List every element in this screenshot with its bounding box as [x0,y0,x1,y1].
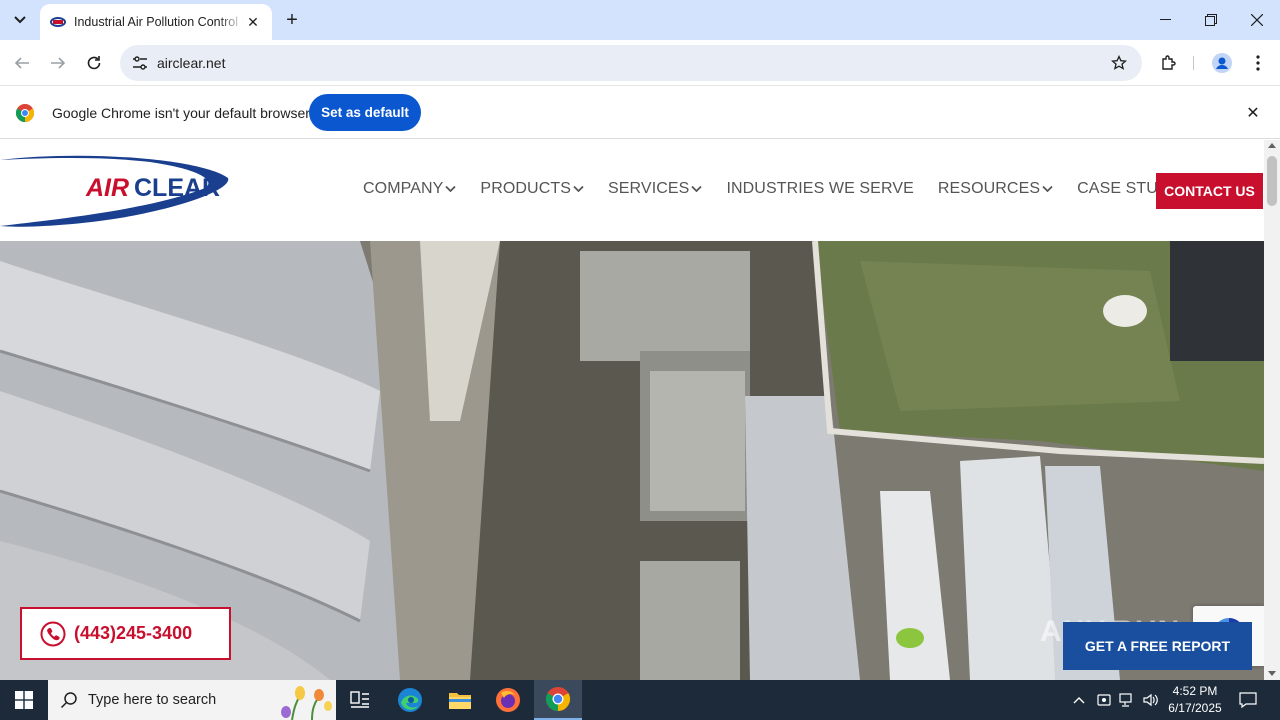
new-tab-button[interactable]: + [280,8,304,32]
phone-number: (443)245-3400 [74,623,193,643]
extensions-puzzle-icon[interactable] [1157,51,1181,75]
firefox-icon[interactable] [484,680,532,720]
file-explorer-icon[interactable] [436,680,484,720]
set-as-default-button[interactable]: Set as default [309,94,421,131]
task-view-icon[interactable] [336,680,384,720]
chrome-taskbar-icon[interactable] [534,680,582,720]
profile-avatar-icon[interactable] [1210,51,1234,75]
scroll-thumb[interactable] [1267,156,1277,206]
nav-services[interactable]: SERVICES [608,180,703,198]
nav-company-label: COMPANY [363,180,444,197]
tab-title: Industrial Air Pollution Control Systems [74,15,244,29]
nav-industries-label: INDUSTRIES WE SERVE [726,180,914,197]
volume-icon[interactable] [1140,680,1162,720]
clock-time: 4:52 PM [1172,684,1218,698]
chevron-down-icon [1042,185,1053,193]
nav-products[interactable]: PRODUCTS [480,180,584,198]
site-header: AIR CLEAR COMPANY PRODUCTS SERVICES INDU… [0,140,1264,241]
default-browser-infobar: Google Chrome isn't your default browser… [0,87,1280,139]
taskbar-search-box[interactable]: Type here to search [48,680,336,720]
toolbar-divider [1193,56,1194,70]
nav-resources[interactable]: RESOURCES [938,180,1053,198]
scroll-up-arrow-icon[interactable] [1268,143,1276,148]
airclear-logo[interactable]: AIR CLEAR [0,148,232,228]
close-window-icon[interactable] [1234,0,1280,40]
infobar-message: Google Chrome isn't your default browser [52,105,310,121]
tab-strip: Industrial Air Pollution Control Systems… [0,0,1280,40]
search-highlight-flowers-icon [281,686,332,720]
chevron-down-icon [691,185,703,193]
notification-center-icon[interactable] [1236,680,1260,720]
search-icon [60,692,77,709]
chrome-logo-icon [16,104,34,122]
browser-tab[interactable]: Industrial Air Pollution Control Systems… [40,4,272,40]
svg-text:AIR: AIR [85,174,129,202]
edge-browser-icon[interactable] [386,680,434,720]
svg-text:CLEAR: CLEAR [134,174,220,202]
get-free-report-button[interactable]: GET A FREE REPORT [1063,622,1252,670]
phone-call-box[interactable]: (443)245-3400 [20,607,231,660]
tray-chevron-up-icon[interactable] [1068,680,1090,720]
reload-icon[interactable] [80,49,108,77]
address-bar[interactable]: airclear.net [120,45,1142,81]
nav-industries[interactable]: INDUSTRIES WE SERVE [726,180,913,198]
chrome-menu-kebab-icon[interactable] [1246,51,1270,75]
taskbar-search-placeholder: Type here to search [88,692,217,708]
tab-close-icon[interactable]: ✕ [244,13,262,31]
network-icon[interactable] [1116,680,1138,720]
minimize-icon[interactable] [1142,0,1188,40]
scroll-down-arrow-icon[interactable] [1268,671,1276,676]
url-text[interactable]: airclear.net [157,55,225,71]
clock-date: 6/17/2025 [1168,701,1222,715]
nav-resources-label: RESOURCES [937,180,1041,197]
chevron-down-icon [573,185,584,193]
bookmark-star-icon[interactable] [1108,52,1130,74]
infobar-close-icon[interactable]: ✕ [1244,104,1262,122]
restore-icon[interactable] [1188,0,1234,40]
forward-arrow-icon[interactable] [44,49,72,77]
site-info-tune-icon[interactable] [128,51,152,75]
chevron-down-icon [445,185,457,193]
taskbar-clock[interactable]: 4:52 PM 6/17/2025 [1160,683,1230,717]
windows-start-icon[interactable] [0,680,48,720]
nav-services-label: SERVICES [608,180,690,197]
web-page: AIR CLEAR COMPANY PRODUCTS SERVICES INDU… [0,140,1264,680]
browser-toolbar: airclear.net [0,40,1280,86]
nav-products-label: PRODUCTS [480,180,572,197]
contact-us-button[interactable]: CONTACT US [1156,173,1263,209]
windows-taskbar: Type here to search 4:52 PM 6/17/2025 [0,680,1280,720]
meet-now-icon[interactable] [1094,680,1114,720]
nav-company[interactable]: COMPANY [363,180,457,198]
tab-search-chevron-down-icon[interactable] [6,6,34,34]
phone-icon [40,621,66,646]
back-arrow-icon[interactable] [8,49,36,77]
airclear-favicon-icon [50,17,66,27]
main-nav: COMPANY PRODUCTS SERVICES INDUSTRIES WE … [363,180,1220,198]
page-scrollbar[interactable] [1264,140,1280,680]
